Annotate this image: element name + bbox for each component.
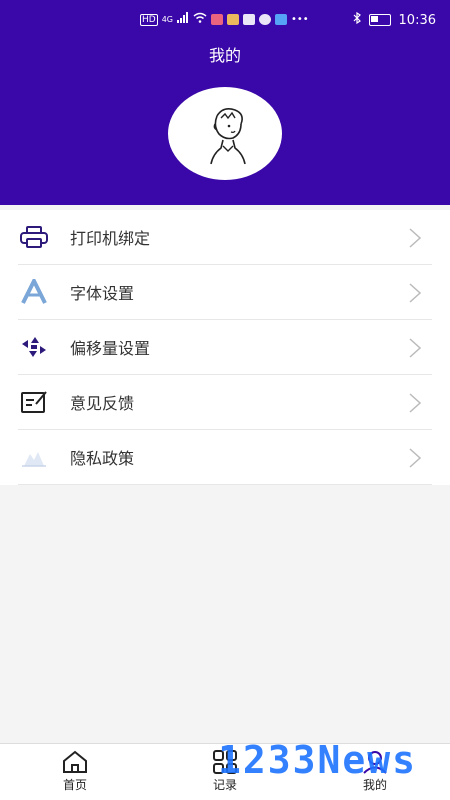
app-notification-icon (275, 14, 287, 25)
menu-item-privacy-policy[interactable]: 隐私政策 (18, 430, 432, 485)
bottom-tab-bar: 首页 记录 我的 1233News (0, 738, 450, 800)
tab-label: 首页 (62, 778, 87, 792)
chevron-right-icon (409, 338, 422, 358)
menu-item-label: 字体设置 (70, 284, 135, 303)
page-title: 我的 (208, 46, 241, 65)
status-icons-right: 10:36 (353, 11, 436, 28)
menu-item-label: 意见反馈 (70, 394, 135, 413)
app-notification-icon (211, 14, 223, 25)
menu-item-printer-binding[interactable]: 打印机绑定 (18, 210, 432, 265)
menu-item-label: 打印机绑定 (70, 229, 151, 248)
settings-menu: 打印机绑定 字体设置 偏移量设置 意见反馈 隐私政策 (0, 210, 450, 485)
chevron-right-icon (409, 228, 422, 248)
signal-4g-icon: 4G (161, 15, 173, 24)
status-icons-left: HD 4G ••• (140, 12, 309, 27)
signal-bars-icon (177, 12, 189, 27)
offset-icon (18, 331, 50, 363)
wifi-icon (193, 12, 207, 27)
watermark-text: 1233News (218, 738, 418, 782)
menu-item-label: 隐私政策 (70, 449, 135, 468)
menu-item-font-settings[interactable]: 字体设置 (18, 265, 432, 320)
menu-item-feedback[interactable]: 意见反馈 (18, 375, 432, 430)
app-notification-icon (227, 14, 239, 25)
avatar-illustration-icon (210, 107, 246, 164)
chevron-right-icon (409, 448, 422, 468)
privacy-icon (18, 441, 50, 473)
printer-icon (18, 221, 50, 253)
message-icon (259, 14, 271, 25)
app-notification-icon (243, 14, 255, 25)
status-time: 10:36 (398, 12, 436, 28)
font-icon (18, 276, 50, 308)
home-icon (63, 750, 87, 773)
avatar[interactable] (168, 87, 282, 180)
status-bar: HD 4G ••• 10:36 (0, 10, 450, 30)
chevron-right-icon (409, 393, 422, 413)
menu-item-offset-settings[interactable]: 偏移量设置 (18, 320, 432, 375)
tab-home[interactable]: 首页 (40, 750, 110, 793)
profile-header: HD 4G ••• 10:36 我的 (0, 0, 450, 205)
hd-icon: HD (140, 13, 158, 26)
menu-item-label: 偏移量设置 (70, 339, 151, 358)
chevron-right-icon (409, 283, 422, 303)
more-icon: ••• (291, 14, 309, 25)
battery-icon (368, 14, 391, 26)
feedback-icon (18, 386, 50, 418)
bluetooth-icon (353, 11, 361, 28)
